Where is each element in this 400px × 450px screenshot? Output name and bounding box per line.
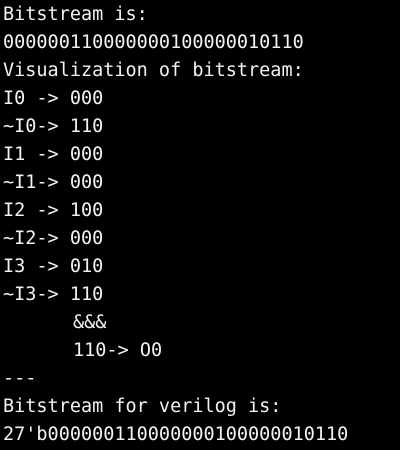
mapping-row-i2: I2 -> 100 [3,197,397,225]
mapping-input: I3 -> [3,256,70,277]
mapping-row-i1: I1 -> 000 [3,141,397,169]
mapping-row-i0: I0 -> 000 [3,85,397,113]
bitstream-header: Bitstream is: [3,4,148,25]
mapping-bits: 000 [69,144,104,165]
mapping-input: I1 -> [3,144,70,165]
terminal-output: Bitstream is: 00000011000000010000001011… [3,1,397,449]
mapping-input: ~I3-> [3,284,70,305]
output-line: 110-> O0 [73,340,163,361]
mapping-bits: 000 [69,228,104,249]
mapping-bits: 000 [69,88,104,109]
bitstream-value: 000000110000000100000010110 [3,32,304,53]
mapping-bits: 000 [69,172,104,193]
mapping-row-not-i3: ~I3-> 110 [3,281,397,309]
verilog-bitstream: 27'b000000110000000100000010110 [3,424,349,445]
mapping-bits: 110 [69,116,104,137]
mapping-input: I0 -> [3,88,70,109]
verilog-header: Bitstream for verilog is: [3,396,282,417]
mapping-input: ~I0-> [3,116,70,137]
mapping-bits: 100 [69,200,104,221]
mapping-input: ~I2-> [3,228,70,249]
mapping-bits: 110 [69,284,104,305]
and-operator: &&& [73,312,107,333]
visualization-header: Visualization of bitstream: [3,60,304,81]
separator: --- [3,368,37,389]
mapping-input: ~I1-> [3,172,70,193]
mapping-bits: 010 [69,256,104,277]
mapping-row-not-i0: ~I0-> 110 [3,113,397,141]
mapping-input: I2 -> [3,200,70,221]
mapping-row-not-i2: ~I2-> 000 [3,225,397,253]
mapping-row-not-i1: ~I1-> 000 [3,169,397,197]
mapping-row-i3: I3 -> 010 [3,253,397,281]
